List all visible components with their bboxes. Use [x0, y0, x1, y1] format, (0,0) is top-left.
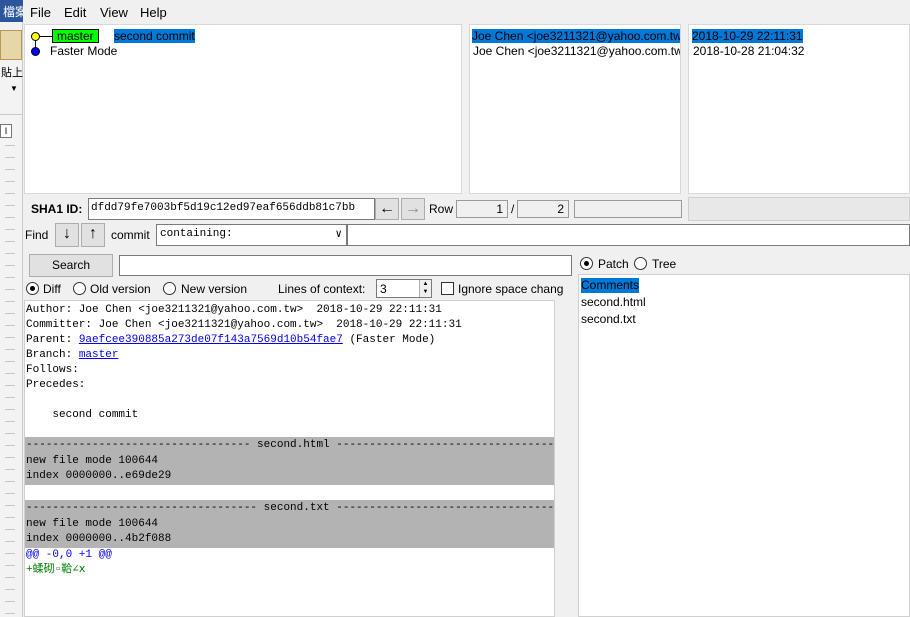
progress-bar	[574, 200, 682, 218]
diff-file-header: ---------------------------------- secon…	[26, 439, 555, 451]
row-label: Row	[429, 202, 454, 216]
row-current: 1	[456, 200, 508, 218]
commit-author[interactable]: Joe Chen <joe3211321@yahoo.com.tw>	[473, 44, 680, 58]
find-prev-button[interactable]: ↑	[81, 223, 105, 247]
arrow-right-icon: →	[405, 200, 421, 217]
detail-precedes: Precedes:	[26, 379, 86, 391]
chevron-down-icon: ▼	[10, 84, 18, 93]
branch-link[interactable]: master	[79, 349, 119, 361]
branch-tag-master[interactable]: master	[52, 29, 99, 43]
context-value: 3	[380, 282, 387, 296]
new-version-radio[interactable]	[163, 282, 176, 295]
commit-author-pane[interactable]: Joe Chen <joe3211321@yahoo.com.tw> Joe C…	[469, 24, 681, 194]
commit-message-selected[interactable]: second commit	[114, 29, 195, 43]
find-mode-value: containing:	[160, 228, 233, 240]
file-list[interactable]: Comments second.html second.txt	[578, 274, 910, 617]
diff-label: Diff	[43, 282, 61, 296]
diff-view[interactable]: Author: Joe Chen <joe3211321@yahoo.com.t…	[24, 300, 555, 617]
diff-file-index: index 0000000..4b2f088	[26, 533, 172, 545]
arrow-left-icon: ←	[379, 200, 395, 217]
search-input[interactable]	[119, 255, 572, 276]
menu-bar: File Edit View Help	[23, 0, 910, 24]
file-list-item-second-html[interactable]: second.html	[581, 295, 646, 310]
menu-file[interactable]: File	[30, 5, 51, 20]
tree-label: Tree	[652, 257, 677, 271]
sha1-label: SHA1 ID:	[31, 202, 83, 216]
commit-date-selected[interactable]: 2018-10-29 22:11:31	[692, 29, 803, 43]
cursor-box-icon: I	[0, 124, 12, 138]
file-list-item-second-txt[interactable]: second.txt	[581, 312, 636, 327]
chevron-down-icon: ∨	[335, 229, 342, 241]
find-input[interactable]	[347, 224, 910, 246]
diff-hunk-header: @@ -0,0 +1 @@	[26, 549, 112, 561]
arrow-up-icon: ↑	[89, 225, 97, 242]
commit-author-selected[interactable]: Joe Chen <joe3211321@yahoo.com.tw>	[472, 29, 680, 43]
detail-branch: Branch: master	[26, 348, 118, 363]
detail-parent-name: (Faster Mode)	[342, 334, 436, 346]
commit-node[interactable]	[31, 47, 40, 56]
divider	[0, 114, 22, 115]
back-button[interactable]: ←	[375, 198, 399, 220]
find-mode-select[interactable]: containing: ∨	[156, 224, 347, 246]
diff-file-header-block: ---------------------------------- secon…	[25, 437, 555, 485]
context-spinbox[interactable]: 3 ▲ ▼	[376, 279, 432, 298]
menu-edit[interactable]: Edit	[64, 5, 86, 20]
diff-added-line: +蝚砌▫鞈∠ⅹ	[26, 564, 86, 576]
row-total: 2	[517, 200, 569, 218]
arrow-down-icon: ↓	[63, 225, 71, 242]
background-window-titlebar: 檔案	[0, 0, 23, 22]
patch-label: Patch	[598, 257, 629, 271]
ruler	[5, 145, 15, 615]
find-type-label: commit	[111, 228, 150, 242]
pane-divider[interactable]	[555, 300, 578, 617]
commit-node-current[interactable]	[31, 32, 40, 41]
commit-date-pane[interactable]: 2018-10-29 22:11:31 2018-10-28 21:04:32	[688, 24, 910, 194]
detail-author: Author: Joe Chen <joe3211321@yahoo.com.t…	[26, 304, 442, 316]
search-button[interactable]: Search	[29, 254, 113, 277]
detail-branch-label: Branch:	[26, 349, 79, 361]
detail-committer: Committer: Joe Chen <joe3211321@yahoo.co…	[26, 319, 462, 331]
old-version-label: Old version	[90, 282, 151, 296]
find-next-button[interactable]: ↓	[55, 223, 79, 247]
file-list-item-comments[interactable]: Comments	[581, 278, 640, 293]
ignore-space-label: Ignore space chang	[458, 282, 564, 296]
diff-radio[interactable]	[26, 282, 39, 295]
diff-file-mode: new file mode 100644	[26, 518, 159, 530]
background-window-strip: 檔案 貼上 ▼ I	[0, 0, 23, 617]
spin-arrows-icon[interactable]: ▲ ▼	[419, 280, 431, 297]
background-window-title: 檔案	[3, 5, 23, 19]
detail-parent: Parent: 9aefcee390885a273de07f143a7569d1…	[26, 333, 435, 348]
new-version-label: New version	[181, 282, 248, 296]
row-separator: /	[511, 202, 515, 216]
old-version-radio[interactable]	[73, 282, 86, 295]
sha1-input[interactable]: dfdd79fe7003bf5d19c12ed97eaf656ddb81c7bb	[88, 198, 375, 220]
diff-file-index: index 0000000..e69de29	[26, 470, 172, 482]
diff-file-header-block: ----------------------------------- seco…	[25, 500, 555, 548]
commit-graph-pane[interactable]: master second commit Faster Mode	[24, 24, 462, 194]
parent-hash-link[interactable]: 9aefcee390885a273de07f143a7569d10b54fae7	[79, 334, 343, 346]
diff-file-header: ----------------------------------- seco…	[26, 502, 555, 514]
forward-button[interactable]: →	[401, 198, 425, 220]
detail-parent-label: Parent:	[26, 334, 79, 346]
paste-label: 貼上	[1, 67, 23, 79]
status-area	[688, 197, 910, 221]
tree-radio[interactable]	[634, 257, 647, 270]
commit-message-body: second commit	[26, 409, 139, 421]
menu-view[interactable]: View	[100, 5, 128, 20]
diff-file-mode: new file mode 100644	[26, 455, 159, 467]
ignore-space-checkbox[interactable]	[441, 282, 454, 295]
commit-date[interactable]: 2018-10-28 21:04:32	[693, 44, 804, 58]
find-label: Find	[25, 228, 49, 242]
clipboard-icon	[0, 30, 22, 60]
context-label: Lines of context:	[278, 282, 366, 296]
patch-radio[interactable]	[580, 257, 593, 270]
commit-message[interactable]: Faster Mode	[50, 44, 117, 58]
menu-help[interactable]: Help	[140, 5, 167, 20]
detail-follows: Follows:	[26, 364, 79, 376]
